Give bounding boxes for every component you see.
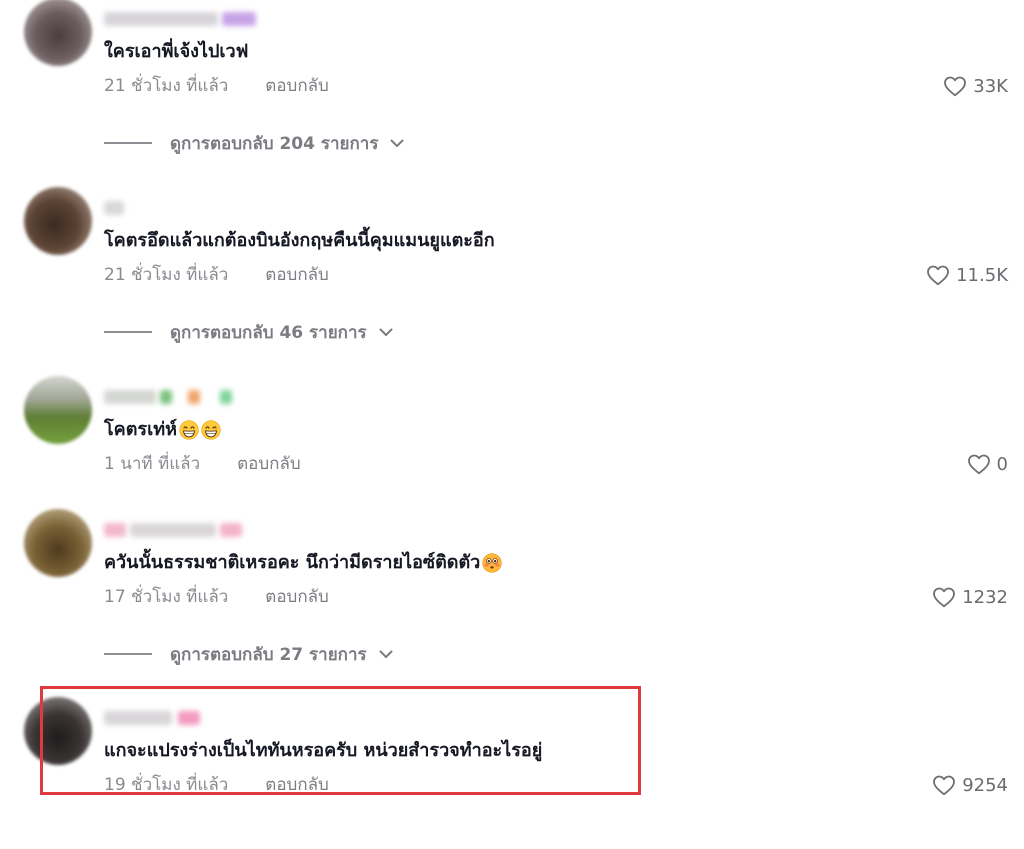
chevron-down-icon bbox=[390, 139, 404, 147]
username-blurred[interactable] bbox=[104, 10, 274, 28]
view-replies-button[interactable]: ดูการตอบกลับ 27 รายการ bbox=[104, 643, 393, 665]
grinning-face-with-smiling-eyes-emoji-icon bbox=[201, 420, 221, 440]
comment-meta: 1 นาที ที่แล้ว ตอบกลับ bbox=[104, 453, 301, 475]
username-blur-segment bbox=[130, 523, 216, 537]
comment-item: โคตรอึดแล้วแกต้องบินอังกฤษคืนนี้คุมแมนยู… bbox=[0, 187, 1024, 343]
avatar[interactable] bbox=[24, 0, 92, 66]
comment-meta: 17 ชั่วโมง ที่แล้ว ตอบกลับ bbox=[104, 586, 329, 608]
comment-meta: 21 ชั่วโมง ที่แล้ว ตอบกลับ bbox=[104, 264, 329, 286]
comment-item: โคตรเท่ห์ 1 นาที ที่แล้ว ตอบกลับ 0 bbox=[0, 376, 1024, 528]
like-count: 1232 bbox=[962, 586, 1008, 608]
comment-text-body: ควันนั้นธรรมชาติเหรอคะ นึกว่ามีดรายไอซ์ต… bbox=[104, 552, 481, 573]
username-blur-segment bbox=[160, 390, 172, 404]
avatar[interactable] bbox=[24, 509, 92, 577]
avatar[interactable] bbox=[24, 187, 92, 255]
view-replies-button[interactable]: ดูการตอบกลับ 204 รายการ bbox=[104, 132, 404, 154]
replies-divider-line bbox=[104, 331, 152, 333]
comment-meta: 21 ชั่วโมง ที่แล้ว ตอบกลับ bbox=[104, 75, 329, 97]
like-count: 11.5K bbox=[956, 264, 1008, 286]
view-replies-label: ดูการตอบกลับ 46 รายการ bbox=[170, 322, 367, 343]
username-blur-segment bbox=[220, 523, 242, 537]
username-blur-segment bbox=[220, 390, 232, 404]
reply-button[interactable]: ตอบกลับ bbox=[237, 453, 301, 475]
username-blurred[interactable] bbox=[104, 521, 274, 539]
comment-text: ควันนั้นธรรมชาติเหรอคะ นึกว่ามีดรายไอซ์ต… bbox=[104, 551, 502, 575]
like-button[interactable]: 0 bbox=[967, 452, 1008, 476]
comment-time: 19 ชั่วโมง ที่แล้ว bbox=[104, 775, 229, 795]
like-button[interactable]: 9254 bbox=[932, 773, 1008, 797]
comment-item: แกจะแปรงร่างเป็นไททันหรอครับ หน่วยสำรวจท… bbox=[0, 697, 1024, 849]
avatar[interactable] bbox=[24, 376, 92, 444]
grinning-face-with-smiling-eyes-emoji-icon bbox=[179, 420, 199, 440]
avatar[interactable] bbox=[24, 697, 92, 765]
username-blur-segment bbox=[104, 390, 156, 404]
replies-divider-line bbox=[104, 142, 152, 144]
heart-outline-icon[interactable] bbox=[932, 774, 956, 796]
comment-time: 21 ชั่วโมง ที่แล้ว bbox=[104, 76, 229, 96]
flushed-face-emoji-icon bbox=[482, 553, 502, 573]
comment-meta: 19 ชั่วโมง ที่แล้ว ตอบกลับ bbox=[104, 774, 329, 796]
chevron-down-icon bbox=[379, 328, 393, 336]
username-blur-segment bbox=[188, 390, 200, 404]
comment-text: โคตรอึดแล้วแกต้องบินอังกฤษคืนนี้คุมแมนยู… bbox=[104, 229, 495, 253]
comment-item: ใครเอาพี่เจ้งไปเวฟ 21 ชั่วโมง ที่แล้ว ตอ… bbox=[0, 0, 1024, 154]
username-blurred[interactable] bbox=[104, 709, 274, 727]
like-button[interactable]: 1232 bbox=[932, 585, 1008, 609]
replies-divider-line bbox=[104, 653, 152, 655]
username-blur-segment bbox=[104, 523, 126, 537]
username-blur-segment bbox=[104, 201, 124, 215]
comment-text: แกจะแปรงร่างเป็นไททันหรอครับ หน่วยสำรวจท… bbox=[104, 739, 542, 763]
comment-time: 17 ชั่วโมง ที่แล้ว bbox=[104, 587, 229, 607]
flushed-face-emoji-icon bbox=[482, 553, 502, 573]
comment-text-body: โคตรอึดแล้วแกต้องบินอังกฤษคืนนี้คุมแมนยู… bbox=[104, 230, 495, 251]
like-count: 0 bbox=[996, 453, 1008, 475]
like-count: 9254 bbox=[962, 774, 1008, 796]
heart-outline-icon[interactable] bbox=[926, 264, 950, 286]
heart-outline-icon[interactable] bbox=[943, 75, 967, 97]
comment-text: ใครเอาพี่เจ้งไปเวฟ bbox=[104, 40, 248, 64]
view-replies-label: ดูการตอบกลับ 204 รายการ bbox=[170, 133, 379, 154]
heart-outline-icon[interactable] bbox=[967, 453, 991, 475]
comment-text-body: ใครเอาพี่เจ้งไปเวฟ bbox=[104, 41, 249, 62]
comment-item: ควันนั้นธรรมชาติเหรอคะ นึกว่ามีดรายไอซ์ต… bbox=[0, 509, 1024, 665]
view-replies-button[interactable]: ดูการตอบกลับ 46 รายการ bbox=[104, 321, 393, 343]
reply-button[interactable]: ตอบกลับ bbox=[265, 264, 329, 286]
reply-button[interactable]: ตอบกลับ bbox=[265, 586, 329, 608]
grinning-face-with-smiling-eyes-emoji-icon bbox=[201, 420, 221, 440]
username-blur-segment bbox=[104, 12, 218, 26]
like-button[interactable]: 33K bbox=[943, 74, 1008, 98]
grinning-face-with-smiling-eyes-emoji-icon bbox=[179, 420, 199, 440]
comment-text-body: โคตรเท่ห์ bbox=[104, 419, 177, 440]
username-blur-segment bbox=[178, 711, 200, 725]
comment-time: 1 นาที ที่แล้ว bbox=[104, 454, 201, 474]
view-replies-label: ดูการตอบกลับ 27 รายการ bbox=[170, 644, 367, 665]
username-blurred[interactable] bbox=[104, 388, 274, 406]
heart-outline-icon[interactable] bbox=[932, 586, 956, 608]
like-button[interactable]: 11.5K bbox=[926, 263, 1008, 287]
like-count: 33K bbox=[973, 75, 1008, 97]
username-blurred[interactable] bbox=[104, 199, 274, 217]
reply-button[interactable]: ตอบกลับ bbox=[265, 75, 329, 97]
comment-text: โคตรเท่ห์ bbox=[104, 418, 221, 442]
comment-time: 21 ชั่วโมง ที่แล้ว bbox=[104, 265, 229, 285]
reply-button[interactable]: ตอบกลับ bbox=[265, 774, 329, 796]
comment-text-body: แกจะแปรงร่างเป็นไททันหรอครับ หน่วยสำรวจท… bbox=[104, 740, 543, 761]
chevron-down-icon bbox=[379, 650, 393, 658]
username-blur-segment bbox=[104, 711, 172, 725]
username-blur-segment bbox=[222, 12, 256, 26]
